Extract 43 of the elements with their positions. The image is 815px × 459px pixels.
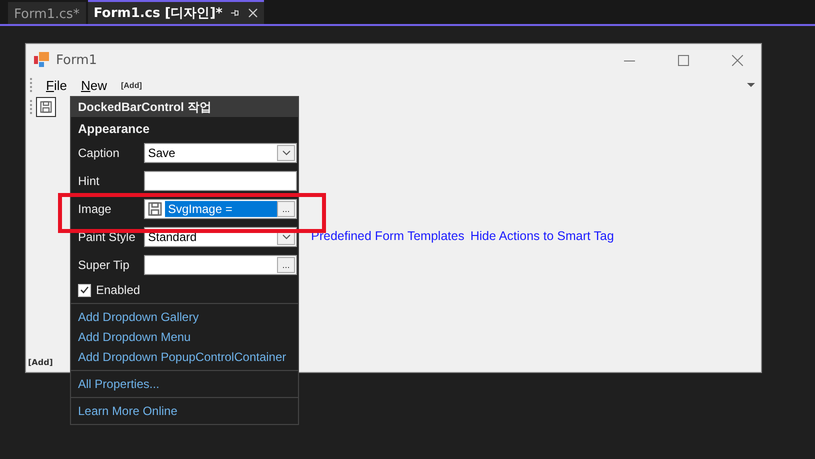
save-icon <box>40 100 52 114</box>
combo-box[interactable]: Save <box>144 143 297 164</box>
save-icon <box>148 202 162 216</box>
window-title: Form1 <box>56 52 98 68</box>
maximize-icon[interactable] <box>678 54 688 66</box>
action-link[interactable]: All Properties... <box>71 374 298 394</box>
checkbox[interactable] <box>78 284 91 296</box>
save-button[interactable] <box>36 97 56 117</box>
property-label: Caption <box>78 146 120 160</box>
menu-item[interactable]: File <box>46 78 67 92</box>
app-logo-icon <box>34 52 50 68</box>
panel-title: DockedBarControl 작업 <box>71 97 298 118</box>
close-icon[interactable] <box>248 8 258 18</box>
action-link[interactable]: Add Dropdown Gallery <box>71 307 298 327</box>
grip-handle[interactable] <box>30 100 32 114</box>
section-header: Appearance <box>77 121 151 138</box>
chevron-down-icon <box>282 150 290 156</box>
close-icon[interactable] <box>732 54 742 66</box>
ellipsis-button[interactable]: ... <box>277 201 295 218</box>
property-label: Image <box>78 202 112 216</box>
document-tab[interactable]: Form1.cs [디자인]* <box>88 0 264 24</box>
action-link[interactable]: Predefined Form Templates <box>311 229 464 243</box>
dropdown-button[interactable] <box>277 145 295 162</box>
property-label: Super Tip <box>78 258 130 272</box>
action-link[interactable]: Hide Actions to Smart Tag <box>470 229 614 243</box>
add-item-link[interactable]: [Add] <box>28 358 53 367</box>
property-label: Hint <box>78 174 100 188</box>
checkbox-label: Enabled <box>96 283 140 297</box>
action-link[interactable]: Learn More Online <box>71 401 298 421</box>
grip-handle[interactable] <box>30 78 32 92</box>
add-item-link[interactable]: [Add] <box>120 80 142 90</box>
chevron-down-icon <box>282 234 290 240</box>
menu-item[interactable]: New <box>80 78 107 92</box>
ellipsis-button[interactable]: ... <box>277 257 295 274</box>
input-field[interactable]: ... <box>144 255 297 276</box>
action-link[interactable]: Add Dropdown PopupControlContainer <box>71 347 298 367</box>
image-field[interactable]: SvgImage = ... <box>144 199 297 220</box>
dropdown-arrow-icon[interactable] <box>747 83 755 87</box>
pin-icon[interactable] <box>230 8 240 18</box>
input-field[interactable] <box>144 171 297 192</box>
property-label: Paint Style <box>78 230 136 244</box>
document-tab[interactable]: Form1.cs* <box>8 2 86 24</box>
action-link[interactable]: Add Dropdown Menu <box>71 327 298 347</box>
